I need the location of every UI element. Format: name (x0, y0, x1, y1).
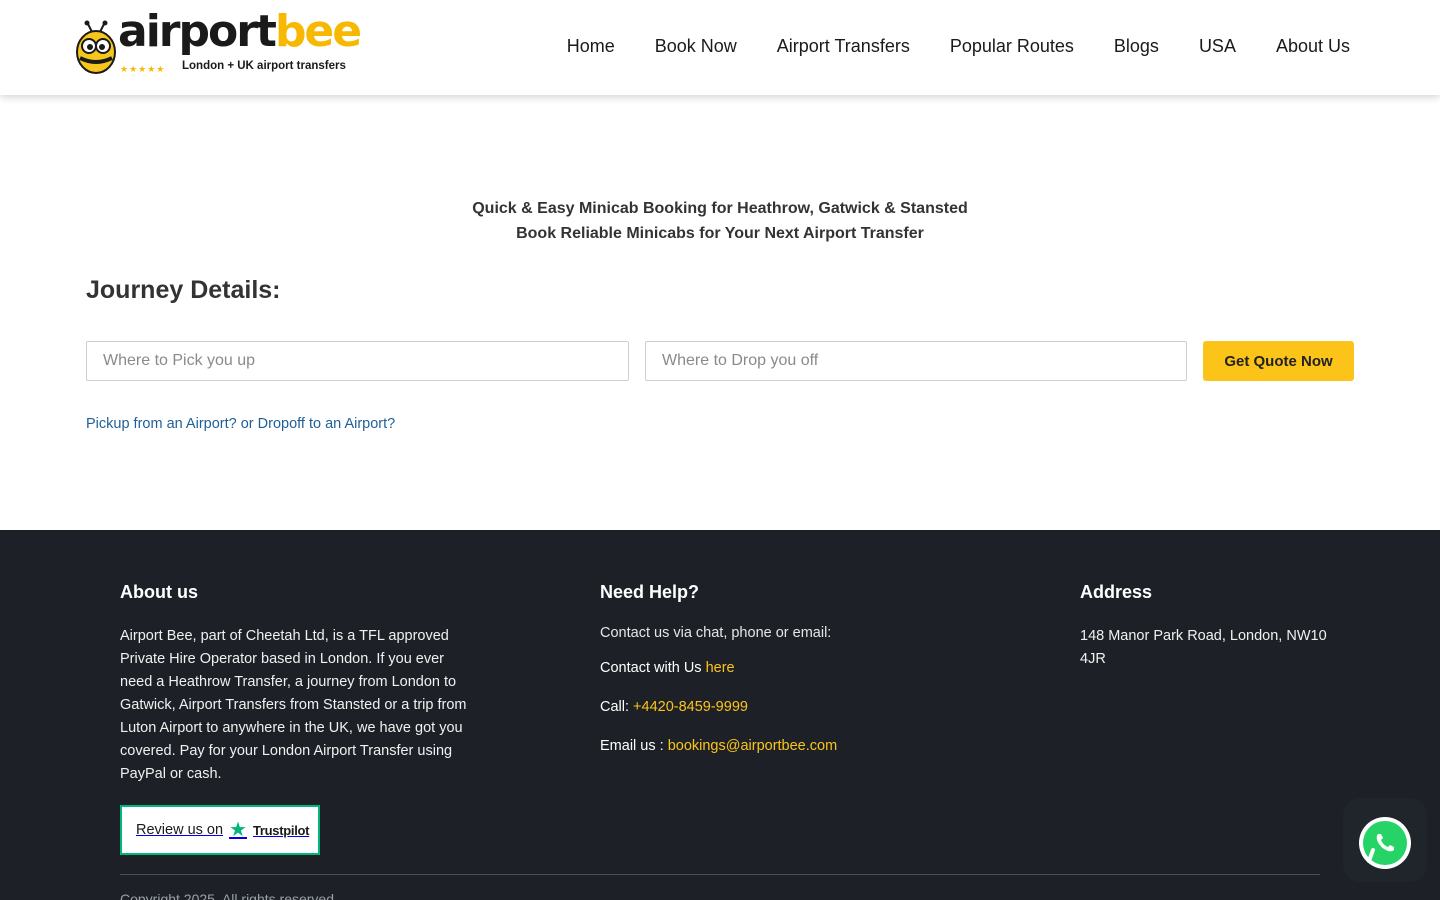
footer-address-text: 148 Manor Park Road, London, NW10 4JR (1080, 628, 1327, 667)
nav-usa[interactable]: USA (1199, 36, 1236, 57)
airport-pickup-dropoff-link[interactable]: Pickup from an Airport? or Dropoff to an… (86, 416, 395, 432)
footer-divider (120, 874, 1320, 875)
footer-help-title: Need Help? (600, 582, 700, 602)
logo-wordmark: airportbee (118, 6, 362, 57)
hero-line-2: Book Reliable Minicabs for Your Next Air… (516, 225, 924, 242)
email-link[interactable]: bookings@airportbee.com (668, 738, 837, 754)
hero-line-1: Quick & Easy Minicab Booking for Heathro… (472, 200, 968, 217)
footer-help-intro: Contact us via chat, phone or email: (600, 625, 832, 641)
footer-help: Need Help? Contact us via chat, phone or… (600, 582, 980, 777)
dropoff-input[interactable] (645, 341, 1187, 381)
trustpilot-review-text: Review us on (136, 822, 224, 838)
bee-mascot-icon (76, 20, 116, 74)
nav-home[interactable]: Home (567, 36, 615, 57)
hero-tagline: Quick & Easy Minicab Booking for Heathro… (0, 196, 1440, 246)
trustpilot-brand: Trustpilot (252, 822, 310, 838)
footer-about: About us Airport Bee, part of Cheetah Lt… (120, 582, 480, 786)
trustpilot-review-button[interactable]: Review us on ★ Trustpilot (120, 805, 320, 855)
footer-address: Address 148 Manor Park Road, London, NW1… (1080, 582, 1330, 671)
logo-stars: ★★★★★ (120, 64, 166, 74)
nav-book-now[interactable]: Book Now (655, 36, 737, 57)
footer-address-title: Address (1080, 582, 1153, 602)
site-header: airportbee ★★★★★ London + UK airport tra… (0, 0, 1440, 95)
footer-about-title: About us (120, 582, 198, 602)
footer-email-line: Email us : bookings@airportbee.com (600, 738, 838, 754)
footer-contact-line: Contact with Us here (600, 660, 735, 676)
logo-tagline: London + UK airport transfers (182, 60, 346, 72)
nav-airport-transfers[interactable]: Airport Transfers (777, 36, 910, 57)
whatsapp-float (1343, 798, 1427, 882)
contact-here-link[interactable]: here (706, 660, 735, 676)
get-quote-button[interactable]: Get Quote Now (1203, 341, 1354, 381)
site-footer: About us Airport Bee, part of Cheetah Lt… (0, 530, 1440, 900)
nav-about-us[interactable]: About Us (1276, 36, 1350, 57)
phone-link[interactable]: +4420-8459-9999 (633, 699, 748, 715)
main-nav: Home Book Now Airport Transfers Popular … (567, 36, 1350, 57)
site-logo[interactable]: airportbee ★★★★★ London + UK airport tra… (72, 10, 362, 78)
whatsapp-icon[interactable] (1357, 815, 1413, 871)
copyright-text: Copyright 2025. All rights reserved. (120, 891, 338, 900)
nav-popular-routes[interactable]: Popular Routes (950, 36, 1074, 57)
footer-call-line: Call: +4420-8459-9999 (600, 699, 748, 715)
footer-about-text: Airport Bee, part of Cheetah Ltd, is a T… (120, 628, 467, 782)
pickup-input[interactable] (86, 341, 629, 381)
journey-details-title: Journey Details: (86, 276, 281, 304)
nav-blogs[interactable]: Blogs (1114, 36, 1159, 57)
trustpilot-star-icon: ★ (229, 819, 247, 841)
